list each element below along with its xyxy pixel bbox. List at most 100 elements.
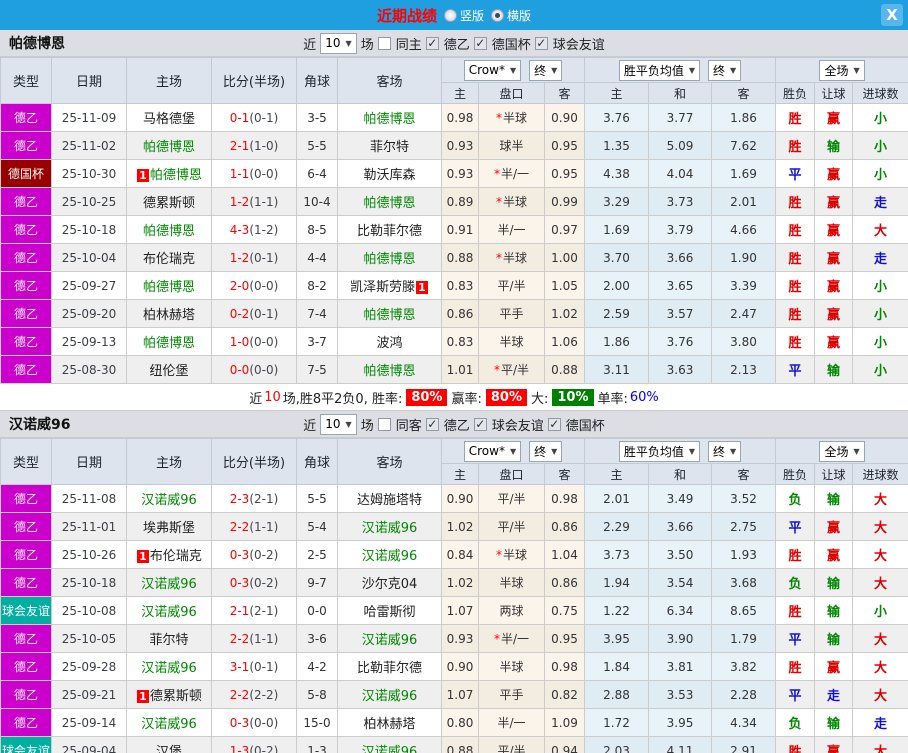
away-team-cell: 勒沃库森 — [337, 159, 442, 188]
league-type-cell: 德乙 — [0, 299, 52, 328]
handicap-away-odds: 0.88 — [543, 355, 586, 384]
result-wdl: 平 — [775, 624, 816, 653]
same-venue-label: 同主 — [395, 37, 422, 53]
avg-source-select[interactable]: 胜平负均值 ▼ — [618, 59, 701, 81]
col-header-home: 主场 — [126, 57, 212, 104]
match-row: 德乙 25-09-13 帕德博恩 1-0(0-0) 3-7 波鸿 0.83 半球 1.06 1.8… — [0, 327, 908, 356]
away-team-name: 汉诺威96 — [361, 745, 418, 753]
avg-final-select[interactable]: 终 ▼ — [708, 440, 742, 462]
league-checkbox-1[interactable]: ✓ — [473, 36, 487, 50]
handicap-line-text: 半球 — [499, 576, 524, 590]
radio-unchecked-icon[interactable] — [443, 8, 457, 22]
dropdown-arrow-icon: ▼ — [730, 446, 737, 456]
league-type-cell: 德乙 — [0, 568, 52, 597]
match-count-select[interactable]: 10 ▼ — [320, 413, 357, 435]
avg-away-odds: 8.65 — [711, 596, 777, 625]
radio-checked-icon[interactable] — [491, 8, 504, 22]
match-row: 球会友谊 25-10-08 汉诺威96 2-1(2-1) 0-0 哈雷斯彻 1.07 两球 0.… — [0, 596, 908, 625]
col-header-odds-line: 盘口 — [478, 82, 545, 104]
league-checkbox-0[interactable]: ✓ — [425, 36, 439, 50]
full-time-score: 0-3 — [229, 575, 250, 590]
odds-final-select[interactable]: 终 ▼ — [529, 59, 563, 81]
league-type-cell: 德乙 — [0, 271, 52, 300]
handicap-home-odds: 0.83 — [441, 271, 479, 300]
league-checkbox-2[interactable]: ✓ — [534, 36, 548, 50]
league-type-cell: 德乙 — [0, 103, 52, 132]
corner-cell: 6-4 — [296, 159, 338, 188]
odds-source-select[interactable]: Crow* ▼ — [463, 440, 522, 462]
league-type-cell: 德乙 — [0, 131, 52, 160]
result-handicap: 赢 — [814, 540, 854, 569]
result-wdl: 负 — [775, 708, 816, 737]
avg-draw-odds: 4.04 — [648, 159, 713, 188]
odds-final-select[interactable]: 终 ▼ — [529, 440, 563, 462]
home-team-name: 布伦瑞克 — [142, 252, 195, 267]
layout-radio-horizontal[interactable]: 横版 — [491, 7, 531, 24]
league-label-2: 球会友谊 — [552, 37, 605, 53]
home-team-cell: 纽伦堡 — [126, 355, 212, 384]
avg-home-odds: 1.86 — [584, 327, 650, 356]
result-group-header: 全场 ▼ — [775, 57, 908, 83]
avg-group-header: 胜平负均值 ▼ 终 ▼ — [584, 438, 777, 464]
date-cell: 25-10-08 — [51, 596, 127, 625]
avg-home-odds: 2.59 — [584, 299, 650, 328]
result-wdl: 平 — [775, 512, 816, 541]
layout-radio-vertical[interactable]: 竖版 — [443, 7, 484, 24]
scope-select[interactable]: 全场 ▼ — [819, 59, 865, 81]
league-type-cell: 德乙 — [0, 484, 52, 513]
avg-draw-odds: 3.79 — [648, 215, 713, 244]
odds-source-select[interactable]: Crow* ▼ — [463, 59, 522, 81]
match-count-select[interactable]: 10 ▼ — [320, 32, 357, 54]
home-team-cell: 1 德累斯顿 — [126, 680, 212, 709]
col-header-odds-home: 主 — [441, 463, 479, 485]
league-checkbox-2[interactable]: ✓ — [547, 417, 561, 431]
avg-final-select[interactable]: 终 ▼ — [708, 59, 742, 81]
league-checkbox-0[interactable]: ✓ — [425, 417, 439, 431]
score-cell: 2-2(2-2) — [211, 680, 297, 709]
league-type-cell: 德国杯 — [0, 159, 52, 188]
league-type-cell: 德乙 — [0, 512, 52, 541]
date-cell: 25-10-30 — [51, 159, 127, 188]
full-time-score: 1-3 — [229, 743, 250, 753]
home-team-cell: 马格德堡 — [126, 103, 212, 132]
handicap-home-odds: 0.89 — [441, 187, 479, 216]
date-cell: 25-11-01 — [51, 512, 127, 541]
date-cell: 25-09-13 — [51, 327, 127, 356]
home-team-name: 帕德博恩 — [142, 140, 195, 155]
date-cell: 25-11-08 — [51, 484, 127, 513]
scope-select[interactable]: 全场 ▼ — [819, 440, 865, 462]
league-type-cell: 德乙 — [0, 327, 52, 356]
handicap-star-icon: * — [493, 167, 500, 181]
away-team-cell: 哈雷斯彻 — [337, 596, 442, 625]
league-checkbox-1[interactable]: ✓ — [473, 417, 487, 431]
avg-home-odds: 4.38 — [584, 159, 650, 188]
away-team-name: 比勒菲尔德 — [356, 661, 422, 676]
close-button[interactable]: X — [881, 4, 903, 26]
col-header-res-handicap: 让球 — [814, 82, 854, 104]
handicap-away-odds: 1.04 — [543, 540, 586, 569]
league-type-cell: 德乙 — [0, 540, 52, 569]
result-group-header: 全场 ▼ — [775, 438, 908, 464]
avg-draw-odds: 3.76 — [648, 327, 713, 356]
avg-home-odds: 3.29 — [584, 187, 650, 216]
col-header-score: 比分(半场) — [211, 438, 297, 485]
score-cell: 3-1(0-1) — [211, 652, 297, 681]
handicap-line-text: 平/半 — [497, 744, 526, 753]
avg-source-select[interactable]: 胜平负均值 ▼ — [618, 440, 701, 462]
full-time-score: 2-1 — [229, 138, 250, 153]
away-team-name: 柏林赫塔 — [363, 717, 416, 732]
result-handicap: 赢 — [814, 512, 854, 541]
same-venue-checkbox[interactable]: ✓ — [377, 36, 391, 50]
handicap-home-odds: 0.84 — [441, 540, 479, 569]
home-team-name: 汉诺威96 — [141, 577, 197, 592]
avg-draw-odds: 3.57 — [648, 299, 713, 328]
handicap-star-icon: * — [495, 548, 502, 562]
handicap-home-odds: 0.83 — [441, 327, 479, 356]
home-team-cell: 汉堡 — [126, 736, 212, 753]
half-time-score: (0-2) — [249, 547, 279, 562]
score-cell: 0-3(0-2) — [211, 540, 297, 569]
score-cell: 0-3(0-2) — [211, 568, 297, 597]
away-team-cell: 柏林赫塔 — [337, 708, 442, 737]
away-team-name: 汉诺威96 — [361, 633, 418, 648]
same-venue-checkbox[interactable]: ✓ — [377, 417, 391, 431]
